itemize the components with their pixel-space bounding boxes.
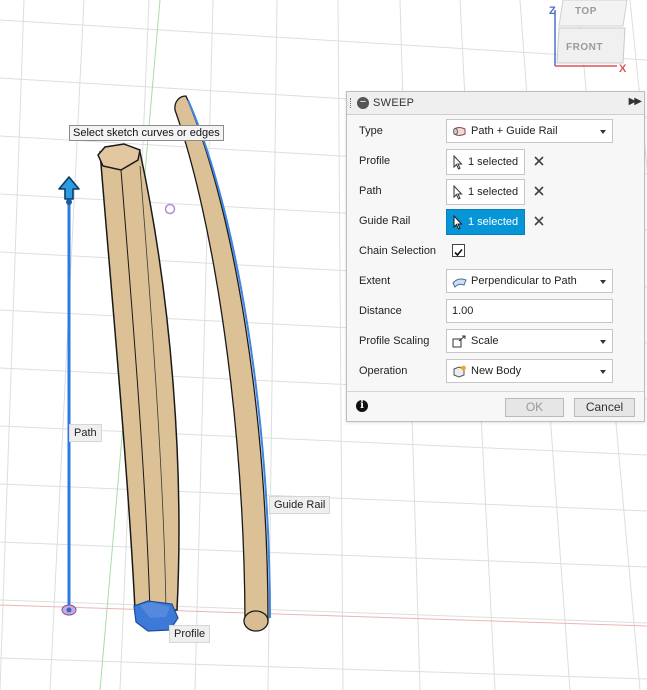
guide-rail-label: Guide Rail bbox=[269, 496, 331, 514]
path-start-point[interactable] bbox=[66, 199, 72, 205]
extent-select[interactable]: Perpendicular to Path bbox=[446, 269, 613, 293]
extent-value: Perpendicular to Path bbox=[471, 275, 577, 287]
profile-label: Profile bbox=[169, 625, 211, 643]
operation-value: New Body bbox=[471, 365, 522, 377]
profile-scaling-label: Profile Scaling bbox=[359, 335, 430, 347]
checkmark-icon bbox=[454, 248, 463, 257]
sketch-point[interactable] bbox=[164, 203, 176, 215]
path-label-text: Path bbox=[359, 185, 382, 197]
type-label: Type bbox=[359, 125, 383, 137]
profile-label-text: Profile bbox=[359, 155, 391, 167]
dialog-title: SWEEP bbox=[373, 97, 415, 109]
profile-scaling-row: Profile Scaling Scale bbox=[347, 329, 646, 355]
new-body-icon bbox=[453, 365, 466, 378]
swept-hex-body[interactable] bbox=[97, 143, 180, 632]
chain-selection-label: Chain Selection bbox=[359, 245, 437, 257]
clear-guide-rail-icon[interactable] bbox=[533, 215, 545, 227]
chevron-down-icon bbox=[600, 130, 606, 134]
distance-label: Distance bbox=[359, 305, 402, 317]
path-select-button[interactable]: 1 selected bbox=[446, 179, 525, 205]
x-axis-line bbox=[0, 604, 647, 627]
profile-value: 1 selected bbox=[468, 156, 519, 168]
cursor-arrow-icon bbox=[453, 155, 463, 170]
type-row: Type Path + Guide Rail bbox=[347, 119, 646, 145]
distance-row: Distance 1.00 bbox=[347, 299, 646, 325]
profile-scaling-value: Scale bbox=[471, 335, 499, 347]
origin-point-icon[interactable] bbox=[61, 604, 77, 616]
profile-scaling-select[interactable]: Scale bbox=[446, 329, 613, 353]
chevron-down-icon bbox=[600, 280, 606, 284]
path-row: Path 1 selected bbox=[347, 179, 646, 205]
profile-row: Profile 1 selected bbox=[347, 149, 646, 175]
guide-rail-value: 1 selected bbox=[468, 216, 519, 228]
perpendicular-icon bbox=[452, 278, 467, 288]
cancel-button[interactable]: Cancel bbox=[574, 398, 635, 417]
dialog-header[interactable]: − SWEEP ▶▶ bbox=[347, 92, 644, 115]
path-guide-rail-icon bbox=[453, 127, 466, 136]
view-cube[interactable]: TOP FRONT Z X bbox=[545, 0, 647, 80]
guide-rail-row: Guide Rail 1 selected bbox=[347, 209, 646, 235]
distance-input[interactable]: 1.00 bbox=[446, 299, 613, 323]
operation-select[interactable]: New Body bbox=[446, 359, 613, 383]
chain-selection-checkbox[interactable] bbox=[452, 244, 465, 257]
move-arrow-icon[interactable] bbox=[58, 176, 80, 200]
operation-label: Operation bbox=[359, 365, 408, 377]
path-label: Path bbox=[69, 424, 102, 442]
z-axis-label: Z bbox=[549, 5, 556, 17]
selection-tooltip: Select sketch curves or edges bbox=[69, 125, 224, 141]
operation-row: Operation New Body bbox=[347, 359, 646, 385]
scale-icon bbox=[452, 335, 466, 348]
path-value: 1 selected bbox=[468, 186, 519, 198]
sweep-dialog: − SWEEP ▶▶ Type Path + Guide Rail Profil… bbox=[346, 91, 645, 422]
x-axis-label: X bbox=[619, 63, 627, 75]
expand-icon[interactable]: ▶▶ bbox=[629, 96, 642, 107]
viewcube-front-label: FRONT bbox=[566, 42, 603, 53]
collapse-icon[interactable]: − bbox=[357, 97, 369, 109]
viewcube-top-label: TOP bbox=[575, 6, 597, 17]
type-select[interactable]: Path + Guide Rail bbox=[446, 119, 613, 143]
profile-select-button[interactable]: 1 selected bbox=[446, 149, 525, 175]
cursor-arrow-icon bbox=[453, 215, 463, 230]
chevron-down-icon bbox=[600, 340, 606, 344]
guide-rail-label-text: Guide Rail bbox=[359, 215, 411, 227]
chain-selection-row: Chain Selection bbox=[347, 239, 646, 265]
ok-button[interactable]: OK bbox=[505, 398, 564, 417]
info-icon[interactable]: i bbox=[356, 400, 368, 412]
clear-path-icon[interactable] bbox=[533, 185, 545, 197]
type-value: Path + Guide Rail bbox=[471, 125, 558, 137]
cursor-arrow-icon bbox=[453, 185, 463, 200]
dialog-footer: i OK Cancel bbox=[347, 391, 644, 422]
extent-label: Extent bbox=[359, 275, 391, 287]
extent-row: Extent Perpendicular to Path bbox=[347, 269, 646, 295]
clear-profile-icon[interactable] bbox=[533, 155, 545, 167]
chevron-down-icon bbox=[600, 370, 606, 374]
drag-handle[interactable] bbox=[350, 98, 353, 108]
guide-rail-select-button[interactable]: 1 selected bbox=[446, 209, 525, 235]
